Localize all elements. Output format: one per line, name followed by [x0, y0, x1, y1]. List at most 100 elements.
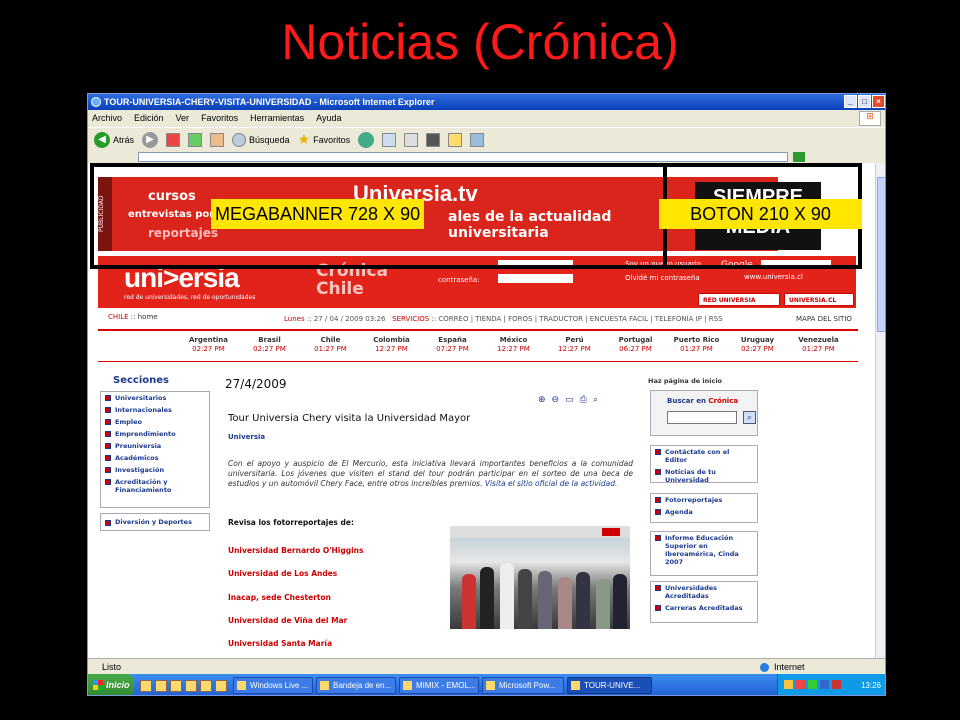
tray-icon[interactable]: [784, 680, 793, 689]
stop-button[interactable]: [164, 130, 182, 150]
section-link[interactable]: Emprendimiento: [101, 428, 209, 440]
print-icon[interactable]: ⎙: [580, 395, 587, 405]
vertical-scrollbar[interactable]: [875, 163, 885, 658]
mail-button[interactable]: [380, 130, 398, 150]
university-list: Universidad Bernardo O'Higgins Universid…: [228, 539, 363, 655]
zoom-in-icon[interactable]: ⊕: [538, 395, 546, 405]
university-link[interactable]: Inacap, sede Chesterton: [228, 586, 363, 609]
messenger-button[interactable]: [468, 130, 486, 150]
minimize-button[interactable]: _: [844, 95, 857, 108]
boton-label: BOTON 210 X 90: [659, 199, 862, 229]
taskbar-button[interactable]: MIMIX - EMOL...: [399, 677, 479, 694]
right-link[interactable]: Noticias de tu Universidad: [651, 466, 757, 486]
tray-icon[interactable]: [796, 680, 805, 689]
search-button[interactable]: Búsqueda: [230, 130, 292, 150]
close-button[interactable]: ×: [872, 95, 885, 108]
zoom-out-icon[interactable]: ⊖: [552, 395, 560, 405]
tray-icon[interactable]: [808, 680, 817, 689]
site-map-link[interactable]: MAPA DEL SITIO: [796, 315, 852, 323]
section-link[interactable]: Universitarios: [101, 392, 209, 404]
universia-cl-tab[interactable]: UNIVERSIA.CL: [784, 293, 854, 306]
university-link[interactable]: Universidad de Los Andes: [228, 562, 363, 585]
maximize-button[interactable]: □: [858, 95, 871, 108]
ie-icon: [91, 97, 101, 107]
official-site-link[interactable]: Visita el sitio oficial de la actividad.: [485, 479, 618, 488]
quicklaunch-icon[interactable]: [170, 679, 182, 692]
right-box-acreditadas: Universidades Acreditadas Carreras Acred…: [650, 581, 758, 623]
world-clocks: Argentina 02:27 PM Brasil 02:27 PM Chile 01…: [178, 336, 849, 354]
university-link[interactable]: Universidad Santa María: [228, 632, 363, 655]
section-link[interactable]: Investigación: [101, 464, 209, 476]
diversion-link[interactable]: Diversión y Deportes: [100, 513, 210, 531]
history-button[interactable]: [356, 130, 376, 150]
menu-ayuda[interactable]: Ayuda: [316, 110, 341, 127]
search-icon: [232, 132, 247, 147]
clock-item: Perú 12:27 PM: [558, 336, 591, 353]
password-field[interactable]: [498, 274, 573, 283]
menu-edicion[interactable]: Edición: [134, 110, 164, 127]
back-button[interactable]: ◀ Atrás: [92, 130, 136, 150]
university-link[interactable]: Universidad Bernardo O'Higgins: [228, 539, 363, 562]
menu-favoritos[interactable]: Favoritos: [201, 110, 238, 127]
forgot-password-link[interactable]: Olvidé mi contraseña: [625, 274, 700, 282]
menu-herramientas[interactable]: Herramientas: [250, 110, 304, 127]
home-button[interactable]: [208, 130, 226, 150]
edit-button[interactable]: [424, 130, 442, 150]
home-icon: [210, 132, 225, 147]
start-button[interactable]: Inicio: [88, 674, 134, 695]
menu-ver[interactable]: Ver: [176, 110, 190, 127]
taskbar-button[interactable]: Windows Live ...: [233, 677, 313, 694]
tray-icon[interactable]: [820, 680, 829, 689]
menu-archivo[interactable]: Archivo: [92, 110, 122, 127]
right-link[interactable]: Informe Educación Superior en Iberoaméri…: [651, 532, 757, 568]
make-homepage-link[interactable]: Haz página de inicio: [648, 377, 722, 385]
bullet-icon: [655, 605, 661, 611]
taskbar-button[interactable]: Microsoft Pow...: [482, 677, 564, 694]
right-link[interactable]: Agenda: [651, 506, 757, 518]
taskbar-button[interactable]: Bandeja de en...: [316, 677, 396, 694]
right-link[interactable]: Fotorreportajes: [651, 494, 757, 506]
section-search-input[interactable]: [667, 411, 737, 424]
quicklaunch-icon[interactable]: [200, 679, 212, 692]
article-body: Con el apoyo y auspicio de El Mercurio, …: [228, 459, 633, 488]
favorites-button[interactable]: ★ Favoritos: [296, 130, 353, 150]
section-link[interactable]: Empleo: [101, 416, 209, 428]
section-link[interactable]: Internacionales: [101, 404, 209, 416]
tray-icon[interactable]: [832, 680, 841, 689]
quicklaunch-icon[interactable]: [185, 679, 197, 692]
window-titlebar[interactable]: TOUR-UNIVERSIA-CHERY-VISITA-UNIVERSIDAD …: [88, 94, 885, 110]
search-icon[interactable]: ⌕: [593, 395, 598, 405]
megabanner-label: MEGABANNER 728 X 90: [211, 199, 425, 229]
article-tools: ⊕ ⊖ ▭ ⎙ ⌕: [538, 395, 598, 405]
quick-launch: [140, 679, 227, 692]
quicklaunch-icon[interactable]: [155, 679, 167, 692]
search-button[interactable]: ⌕: [743, 411, 756, 424]
taskbar-button-active[interactable]: TOUR-UNIVE...: [567, 677, 652, 694]
secciones-menu: Universitarios Internacionales Empleo Em…: [100, 391, 210, 508]
section-link[interactable]: Preuniversia: [101, 440, 209, 452]
right-link[interactable]: Carreras Acreditadas: [651, 602, 757, 614]
section-link[interactable]: Académicos: [101, 452, 209, 464]
quicklaunch-icon[interactable]: [215, 679, 227, 692]
comment-icon[interactable]: ▭: [565, 395, 574, 405]
right-link[interactable]: Universidades Acreditadas: [651, 582, 757, 602]
quicklaunch-icon[interactable]: [140, 679, 152, 692]
folder-button[interactable]: [446, 130, 464, 150]
bullet-icon: [105, 407, 111, 413]
red-universia-tab[interactable]: RED UNIVERSIA: [698, 293, 780, 306]
university-link[interactable]: Universidad de Viña del Mar: [228, 609, 363, 632]
print-button[interactable]: [402, 130, 420, 150]
section-link[interactable]: Acreditación y Financiamiento: [101, 476, 209, 496]
bullet-icon: [105, 443, 111, 449]
article-source[interactable]: Universia: [228, 433, 265, 441]
bullet-icon: [105, 455, 111, 461]
scroll-thumb[interactable]: [877, 177, 885, 332]
address-field[interactable]: [138, 152, 788, 162]
right-link[interactable]: Contáctate con el Editor: [651, 446, 757, 466]
windows-logo-icon: ⊞: [859, 111, 881, 126]
web-option[interactable]: www.universia.cl: [744, 273, 803, 281]
clock-item: Puerto Rico 01:27 PM: [673, 336, 720, 353]
refresh-button[interactable]: [186, 130, 204, 150]
go-button[interactable]: [793, 152, 805, 162]
forward-button[interactable]: ▶: [140, 130, 160, 150]
